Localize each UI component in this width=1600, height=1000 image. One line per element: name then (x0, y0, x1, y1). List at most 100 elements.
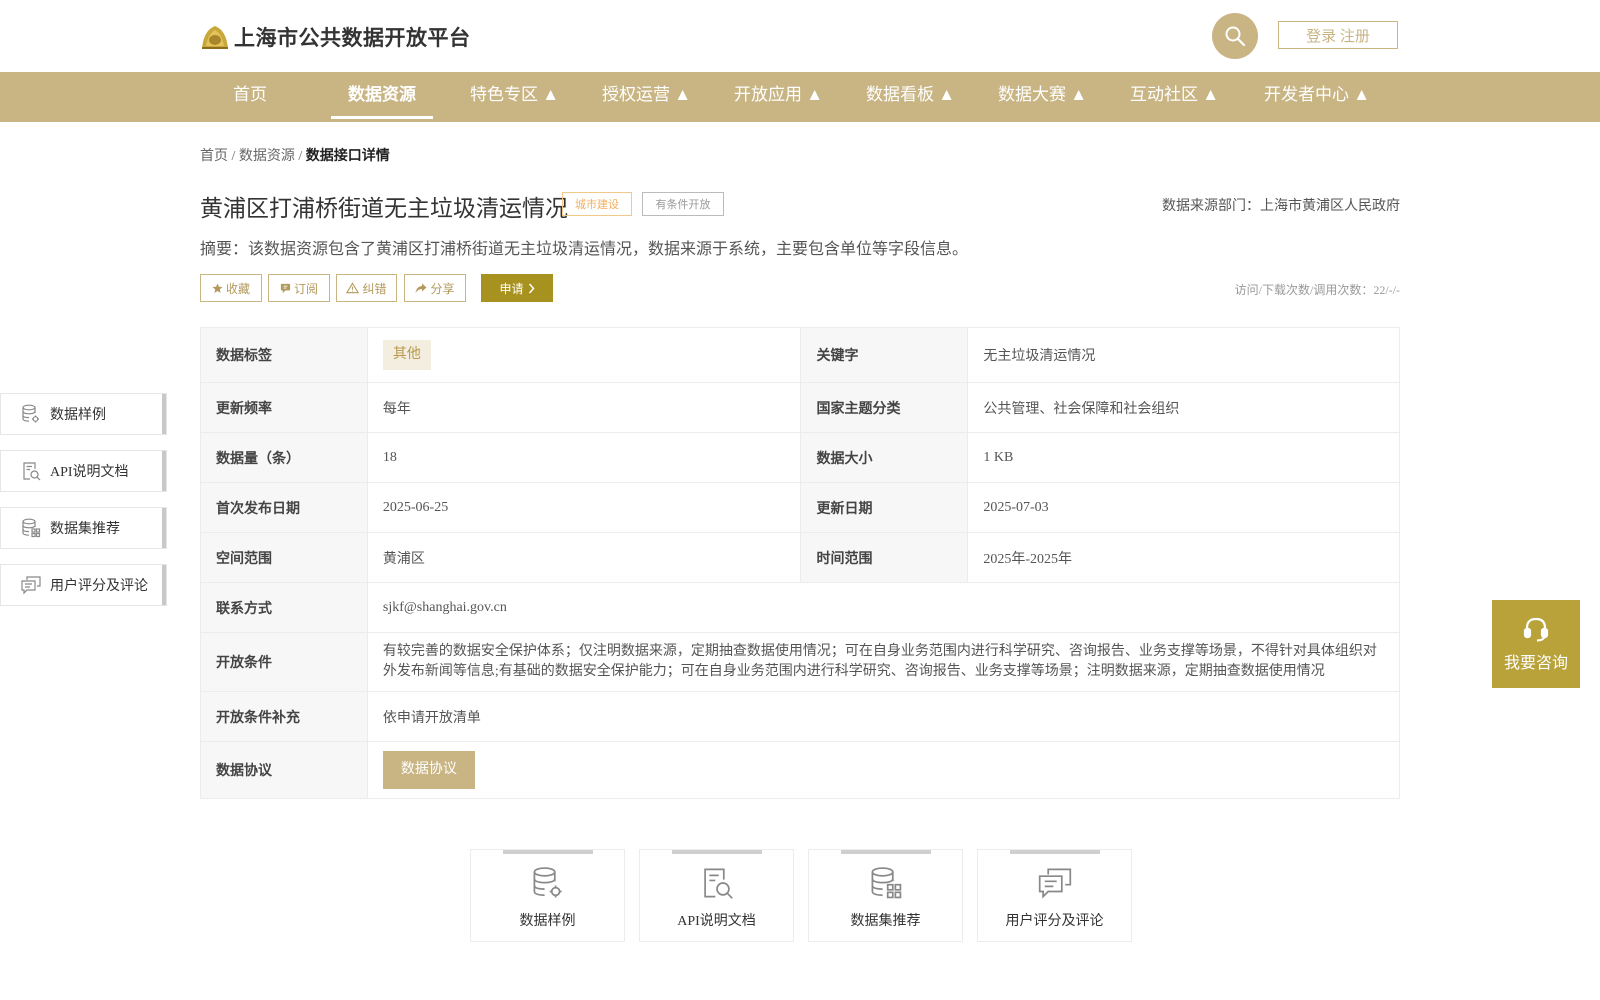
share-label: 分享 (430, 281, 455, 296)
side-nav-indicator (162, 508, 166, 548)
contact-label: 联系方式 (200, 582, 368, 633)
comments-icon (1038, 866, 1072, 900)
nav-open-apps[interactable]: 开放应用 ▲ (734, 72, 823, 122)
nav-data-dashboard[interactable]: 数据看板 ▲ (866, 72, 955, 122)
spatial-range-label: 空间范围 (200, 532, 368, 583)
card-dataset-recommend[interactable]: 数据集推荐 (808, 849, 963, 942)
side-nav-data-sample[interactable]: 数据样例 (0, 393, 167, 435)
table-row: 更新频率 每年 国家主题分类 公共管理、社会保障和社会组织 (200, 382, 1400, 433)
data-size-value: 1 KB (967, 432, 1400, 483)
report-error-label: 纠错 (362, 281, 387, 296)
site-title[interactable]: 上海市公共数据开放平台 (234, 22, 471, 52)
data-agreement-button[interactable]: 数据协议 (382, 751, 475, 789)
side-nav-dataset-recommend[interactable]: 数据集推荐 (0, 507, 167, 549)
update-frequency-label: 更新频率 (200, 382, 368, 433)
favorite-label: 收藏 (225, 281, 250, 296)
record-count-value: 18 (366, 432, 802, 483)
side-nav-label: 用户评分及评论 (50, 579, 148, 594)
data-size-label: 数据大小 (800, 432, 969, 483)
card-label: 用户评分及评论 (1005, 914, 1104, 929)
data-tag-cell: 其他 (366, 327, 802, 383)
card-data-sample[interactable]: 数据样例 (470, 849, 625, 942)
card-user-reviews[interactable]: 用户评分及评论 (977, 849, 1132, 942)
update-frequency-value: 每年 (366, 382, 802, 433)
update-date-label: 更新日期 (800, 482, 969, 533)
table-row: 数据标签 其他 关键字 无主垃圾清运情况 (200, 327, 1400, 383)
document-search-icon (700, 866, 734, 900)
warning-icon (346, 282, 360, 294)
subscribe-icon (280, 283, 291, 293)
table-row: 首次发布日期 2025-06-25 更新日期 2025-07-03 (200, 482, 1400, 533)
table-row: 联系方式 sjkf@shanghai.gov.cn (200, 582, 1401, 633)
card-label: API说明文档 (677, 914, 756, 929)
visit-count: 访问/下载次数/调用次数：22/-/- (1234, 283, 1400, 297)
table-row: 开放条件 有较完善的数据安全保护体系；仅注明数据来源，定期抽查数据使用情况；可在… (200, 632, 1401, 692)
site-header: 上海市公共数据开放平台 登录 注册 (0, 0, 1600, 72)
report-error-button[interactable]: 纠错 (336, 274, 397, 302)
record-count-label: 数据量（条） (200, 432, 368, 483)
subscribe-label: 订阅 (293, 281, 318, 296)
time-range-label: 时间范围 (800, 532, 969, 583)
side-nav-indicator (162, 451, 166, 491)
first-publish-label: 首次发布日期 (200, 482, 368, 533)
breadcrumb-data-resources[interactable]: 数据资源 (239, 149, 295, 164)
breadcrumb-current: 数据接口详情 (305, 149, 390, 164)
side-nav-user-reviews[interactable]: 用户评分及评论 (0, 564, 167, 606)
data-tag-other[interactable]: 其他 (382, 340, 431, 370)
headset-icon (1523, 617, 1549, 642)
category-tag: 城市建设 (562, 192, 632, 216)
consult-button[interactable]: 我要咨询 (1492, 600, 1580, 688)
agreement-cell: 数据协议 (366, 741, 1401, 799)
share-button[interactable]: 分享 (404, 274, 466, 302)
table-row: 空间范围 黄浦区 时间范围 2025年-2025年 (200, 532, 1400, 583)
search-button[interactable] (1212, 13, 1258, 59)
logo-icon[interactable] (200, 22, 230, 50)
nav-special-zone[interactable]: 特色专区 ▲ (470, 72, 559, 122)
consult-label: 我要咨询 (1503, 655, 1568, 672)
nav-active-underline (331, 116, 433, 119)
card-top-bar (672, 850, 762, 854)
dataset-summary: 摘要：该数据资源包含了黄浦区打浦桥街道无主垃圾清运情况，数据来源于系统，主要包含… (200, 241, 969, 258)
side-nav-indicator (162, 565, 166, 605)
apply-label: 申请 (499, 281, 524, 296)
nav-data-resources[interactable]: 数据资源 (331, 72, 433, 122)
national-theme-value: 公共管理、社会保障和社会组织 (967, 382, 1400, 433)
breadcrumb-separator: / (231, 149, 236, 164)
national-theme-label: 国家主题分类 (800, 382, 969, 433)
nav-developer-center[interactable]: 开发者中心 ▲ (1264, 72, 1370, 122)
favorite-button[interactable]: 收藏 (200, 274, 262, 302)
table-row: 数据量（条） 18 数据大小 1 KB (200, 432, 1400, 483)
breadcrumb: 首页 / 数据资源 / 数据接口详情 (200, 145, 390, 165)
side-nav-label: 数据样例 (50, 408, 106, 423)
card-api-doc[interactable]: API说明文档 (639, 849, 794, 942)
side-nav-api-doc[interactable]: API说明文档 (0, 450, 167, 492)
table-row: 数据协议 数据协议 (200, 741, 1401, 799)
breadcrumb-home[interactable]: 首页 (200, 149, 228, 164)
side-nav-indicator (162, 394, 166, 434)
data-tag-label: 数据标签 (200, 327, 368, 383)
open-condition-extra-value: 依申请开放清单 (366, 691, 1401, 742)
nav-home[interactable]: 首页 (228, 72, 272, 122)
nav-data-contest[interactable]: 数据大赛 ▲ (998, 72, 1087, 122)
nav-authorized-operation[interactable]: 授权运营 ▲ (602, 72, 691, 122)
agreement-label: 数据协议 (200, 741, 368, 799)
database-grid-icon (21, 518, 41, 538)
spatial-range-value: 黄浦区 (366, 532, 802, 583)
contact-value[interactable]: sjkf@shanghai.gov.cn (366, 582, 1401, 633)
open-condition-label: 开放条件 (200, 632, 368, 692)
side-nav-label: API说明文档 (50, 465, 129, 480)
open-type-tag: 有条件开放 (642, 192, 724, 216)
nav-community[interactable]: 互动社区 ▲ (1130, 72, 1219, 122)
breadcrumb-separator: / (298, 149, 303, 164)
source-department: 数据来源部门：上海市黄浦区人民政府 (1162, 199, 1400, 214)
comments-icon (21, 575, 41, 595)
page-title: 黄浦区打浦桥街道无主垃圾清运情况 (200, 196, 568, 221)
card-top-bar (841, 850, 931, 854)
table-row: 开放条件补充 依申请开放清单 (200, 691, 1401, 742)
card-top-bar (503, 850, 593, 854)
login-register-button[interactable]: 登录 注册 (1278, 21, 1398, 49)
apply-button[interactable]: 申请 (481, 274, 553, 302)
keyword-label: 关键字 (800, 327, 969, 383)
chevron-right-icon (528, 283, 535, 293)
subscribe-button[interactable]: 订阅 (268, 274, 330, 302)
